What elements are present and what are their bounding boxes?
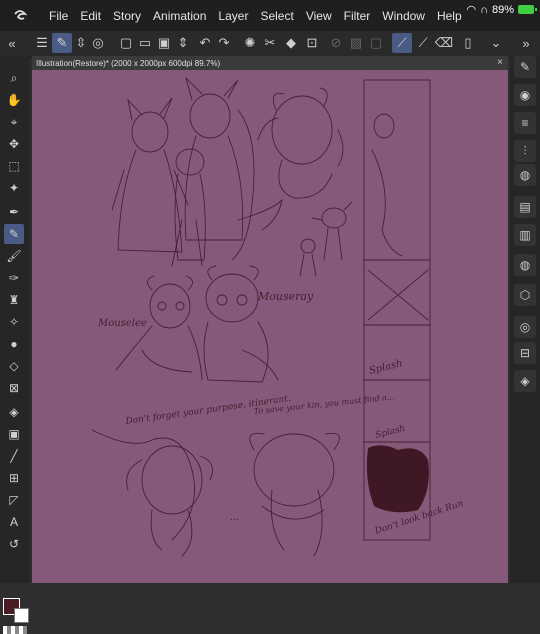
layer-property-icon[interactable]: ◎ <box>514 316 536 338</box>
headphones-icon: ∩ <box>480 3 488 16</box>
collapse-icon[interactable]: « <box>2 33 22 53</box>
new-file-icon[interactable]: ▢ <box>116 33 136 53</box>
tool-property-icon[interactable]: ≡ <box>514 112 536 134</box>
battery-percent: 89% <box>491 3 514 16</box>
eraser-snap-icon[interactable]: ⌫ <box>434 33 454 53</box>
fill-icon[interactable]: ◆ <box>281 33 301 53</box>
open-file-icon[interactable]: ▭ <box>135 33 155 53</box>
pencil-icon[interactable]: ✎ <box>4 224 24 244</box>
operation-icon[interactable]: ⌖ <box>4 112 24 132</box>
label-splash-2: Splash <box>374 424 406 441</box>
invert-selection-icon[interactable]: ▨ <box>346 33 366 53</box>
menu-window[interactable]: Window <box>382 9 425 23</box>
companion-icon[interactable]: ◎ <box>88 33 108 53</box>
frame-icon[interactable]: ⊞ <box>4 468 24 488</box>
sketch-artwork: Mouselee Mouseray Don't forget your purp… <box>91 76 465 557</box>
menu-select[interactable]: Select <box>260 9 293 23</box>
gradient-icon[interactable]: ▣ <box>4 424 24 444</box>
app-logo-icon[interactable] <box>9 5 31 27</box>
deselect-icon[interactable]: ⊘ <box>326 33 346 53</box>
menu-layer[interactable]: Layer <box>218 9 248 23</box>
balloon-icon[interactable]: ◸ <box>4 490 24 510</box>
cube-icon[interactable]: ⬡ <box>514 284 536 306</box>
pen-icon[interactable]: ✒ <box>4 202 24 222</box>
pen-snap-icon[interactable]: ⟋ <box>413 33 433 53</box>
menu-help[interactable]: Help <box>437 9 462 23</box>
edit-mode-icon[interactable]: ✎ <box>52 33 72 53</box>
menu-file[interactable]: File <box>49 9 68 23</box>
hand-icon[interactable]: ✋ <box>4 90 24 110</box>
status-area: ◠ ∩ 89% <box>466 3 537 16</box>
menu-view[interactable]: View <box>306 9 332 23</box>
move-icon[interactable]: ✥ <box>4 134 24 154</box>
fill-bucket-icon[interactable]: ◈ <box>4 402 24 422</box>
menu-edit[interactable]: Edit <box>80 9 101 23</box>
drops-icon[interactable]: ◍ <box>514 254 536 276</box>
adjust-icon[interactable]: ⫶ <box>514 140 536 162</box>
right-palette: ✎ ◉ ≡ ⫶ ◍ ▤ ▥ ◍ ⬡ ◎ ⊟ ◈ <box>510 56 540 583</box>
wifi-icon: ◠ <box>466 4 477 16</box>
selection-icon[interactable]: ⬚ <box>4 156 24 176</box>
canvas-tab-bar: Illustration(Restore)* (2000 x 2000px 60… <box>32 56 508 70</box>
clear-icon[interactable]: ✂ <box>260 33 280 53</box>
canvas-tab[interactable]: Illustration(Restore)* (2000 x 2000px 60… <box>36 59 220 68</box>
brush-settings-icon[interactable]: ✎ <box>514 56 536 78</box>
auto-select-icon[interactable]: ✦ <box>4 178 24 198</box>
hamburger-menu-icon[interactable]: ☰ <box>32 33 52 53</box>
undo-icon[interactable]: ↶ <box>195 33 215 53</box>
decoration-icon[interactable]: ♜ <box>4 290 24 310</box>
navigator-icon[interactable]: ▤ <box>514 196 536 218</box>
search-layer-icon[interactable]: ⊟ <box>514 342 536 364</box>
menu-animation[interactable]: Animation <box>153 9 206 23</box>
eraser-icon[interactable]: ◇ <box>4 356 24 376</box>
expand-right-icon[interactable]: » <box>516 33 536 53</box>
airbrush-icon[interactable]: ✑ <box>4 268 24 288</box>
color-swap-icon[interactable]: ↺ <box>4 534 24 554</box>
zoom-icon[interactable]: ⌕ <box>4 68 24 88</box>
battery-icon <box>518 5 537 14</box>
label-mouselee: Mouselee <box>97 318 147 329</box>
menu-bar: File Edit Story Animation Layer Select V… <box>0 0 540 31</box>
label-mouseray: Mouseray <box>257 290 314 303</box>
sub-color-swatch[interactable] <box>14 608 29 623</box>
line-icon[interactable]: ╱ <box>4 446 24 466</box>
redo-icon[interactable]: ↷ <box>214 33 234 53</box>
close-icon[interactable]: × <box>497 56 503 70</box>
menu-filter[interactable]: Filter <box>344 9 371 23</box>
blend-icon[interactable]: ● <box>4 334 24 354</box>
layers-icon[interactable]: ◈ <box>514 370 536 392</box>
loading-icon[interactable]: ✺ <box>240 33 260 53</box>
sub-tool-icon[interactable]: ◉ <box>514 84 536 106</box>
device-icon[interactable]: ▯ <box>458 33 478 53</box>
transparent-color-swatch[interactable] <box>3 626 27 634</box>
text-icon[interactable]: A <box>4 512 24 532</box>
save-icon[interactable]: ▣ <box>154 33 174 53</box>
color-wheel-icon[interactable]: ◍ <box>514 164 536 186</box>
ellipsis-text: ... <box>230 513 239 523</box>
tool-palette: ⌕ ✋ ⌖ ✥ ⬚ ✦ ✒ ✎ 🖌 ✑ ♜ ✧ ● ◇ ⊠ ◈ ▣ ╱ ⊞ ◸ … <box>0 56 30 634</box>
sparkle-icon[interactable]: ✧ <box>4 312 24 332</box>
ruler-icon[interactable]: ⟋ <box>392 33 412 53</box>
material-icon[interactable]: ▥ <box>514 224 536 246</box>
sort-icon[interactable]: ⇕ <box>173 33 193 53</box>
command-bar: « ☰ ✎ ⇳ ◎ ▢ ▭ ▣ ⇕ ↶ ↷ ✺ ✂ ◆ ⊡ ⊘ ▨ ▢ ⟋ ⟋ … <box>0 31 540 57</box>
brush-icon[interactable]: 🖌 <box>4 246 24 266</box>
transform-icon[interactable]: ⊡ <box>302 33 322 53</box>
crop-icon[interactable]: ▢ <box>366 33 386 53</box>
fill-select-icon[interactable]: ⊠ <box>4 378 24 398</box>
label-splash-1: Splash <box>368 358 404 377</box>
chevron-down-icon[interactable]: ⌄ <box>486 33 506 53</box>
drawing-canvas[interactable]: Mouselee Mouseray Don't forget your purp… <box>32 70 508 583</box>
menu-story[interactable]: Story <box>113 9 141 23</box>
